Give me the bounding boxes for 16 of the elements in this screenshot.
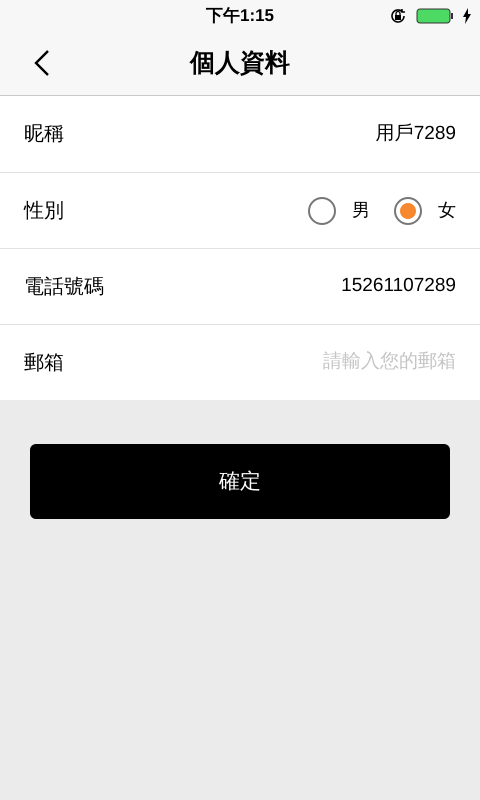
battery-icon: [416, 8, 454, 24]
gender-radio[interactable]: 女: [394, 196, 456, 224]
rotation-lock-icon: [388, 6, 408, 26]
back-icon: [34, 49, 50, 77]
field-value: 15261107289: [341, 274, 456, 298]
field-label: 電話號碼: [24, 274, 104, 300]
page-title: 個人資料: [190, 48, 290, 79]
gender-radio[interactable]: 男: [308, 196, 370, 224]
email-field[interactable]: 請輸入您的郵箱: [236, 348, 456, 377]
field-value: 用戶7289: [376, 122, 456, 146]
charging-bolt-icon: [462, 8, 472, 24]
field-label: 性別: [24, 198, 64, 224]
field-label: 郵箱: [24, 350, 64, 376]
confirm-button[interactable]: 確定: [30, 444, 450, 519]
status-time: 下午1:15: [206, 5, 274, 28]
field-label: 昵稱: [24, 122, 64, 147]
